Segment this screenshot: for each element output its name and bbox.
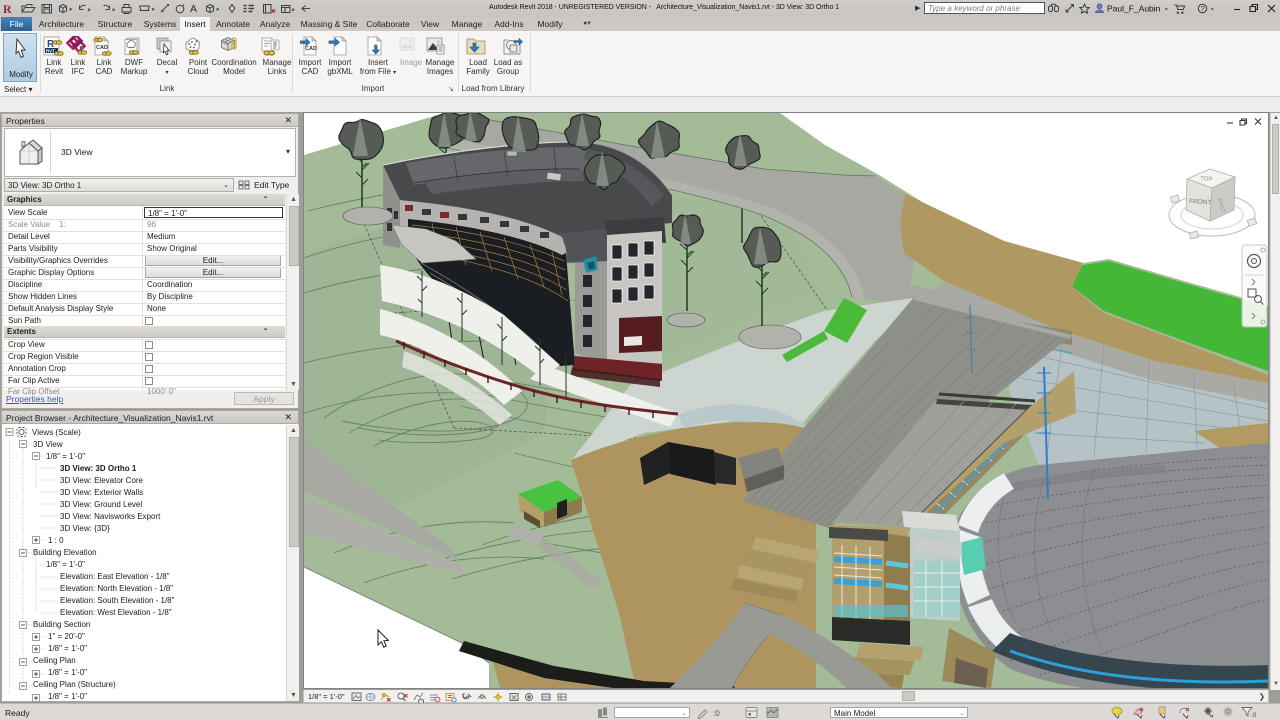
svg-text:CAD: CAD — [96, 45, 108, 51]
svg-text::0: :0 — [1251, 712, 1257, 719]
svg-text::0: :0 — [713, 709, 720, 718]
svg-text:Paul_F_Aubin: Paul_F_Aubin — [1107, 4, 1161, 14]
svg-text:CAD: CAD — [305, 46, 317, 52]
svg-text:TOP: TOP — [1200, 176, 1213, 183]
svg-text:?: ? — [1201, 4, 1205, 13]
svg-text:A: A — [190, 3, 197, 15]
